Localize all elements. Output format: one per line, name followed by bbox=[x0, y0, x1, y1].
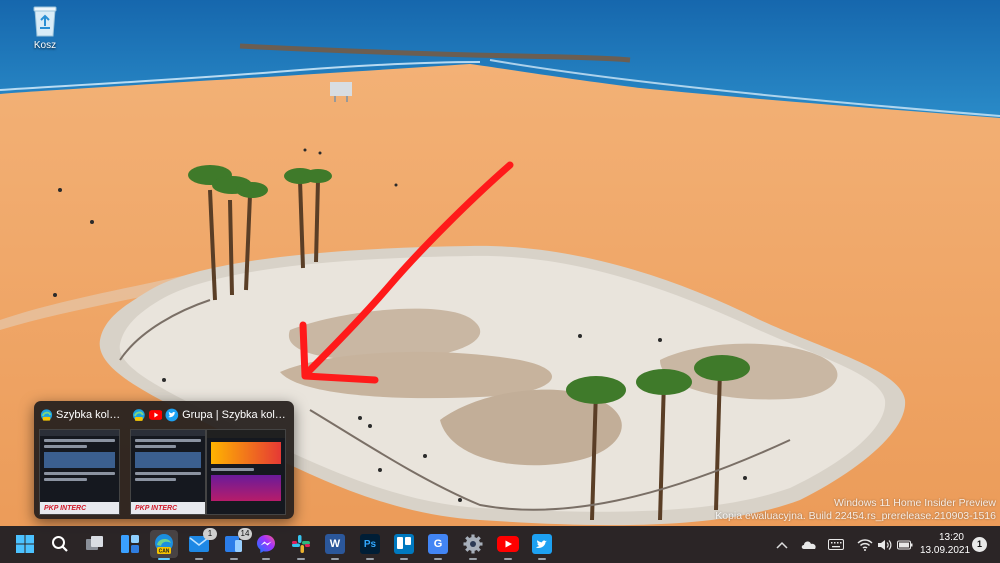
battery-tray[interactable] bbox=[897, 526, 913, 563]
search-icon bbox=[52, 536, 68, 552]
watermark-edition: Windows 11 Home Insider Preview bbox=[833, 497, 996, 509]
volume-icon bbox=[878, 539, 892, 550]
clock[interactable]: 13:20 13.09.2021 bbox=[920, 531, 971, 557]
word-button[interactable]: W bbox=[321, 530, 349, 560]
start-button[interactable] bbox=[11, 530, 39, 558]
gear-icon bbox=[463, 534, 483, 554]
widgets-button[interactable] bbox=[116, 530, 144, 558]
volume-tray[interactable] bbox=[877, 526, 893, 563]
photoshop-button[interactable]: Ps bbox=[356, 530, 384, 560]
edge-can-icon bbox=[132, 409, 145, 421]
clock-time: 13:20 bbox=[938, 532, 964, 543]
google-translate-icon: G bbox=[428, 534, 448, 554]
preview-screen-2a: PKP INTERC bbox=[130, 429, 206, 515]
edge-can-icon bbox=[40, 409, 53, 421]
task-view-icon bbox=[86, 536, 103, 550]
recycle-bin-label: Kosz bbox=[33, 40, 57, 51]
trello-button[interactable] bbox=[390, 530, 418, 560]
phone-link-button[interactable]: 14 bbox=[220, 528, 252, 560]
keyboard-icon bbox=[828, 539, 844, 550]
word-icon: W bbox=[325, 534, 345, 554]
twitter-button[interactable] bbox=[528, 530, 556, 560]
settings-button[interactable] bbox=[459, 530, 487, 560]
twitter-icon bbox=[532, 534, 552, 554]
youtube-icon bbox=[497, 536, 519, 552]
site-logo-1: PKP INTERC bbox=[44, 505, 87, 512]
mail-badge: 1 bbox=[203, 528, 217, 540]
onedrive-icon bbox=[801, 540, 816, 549]
battery-icon bbox=[897, 540, 913, 549]
phone-link-badge: 14 bbox=[238, 528, 252, 540]
slack-icon bbox=[292, 535, 310, 553]
trello-icon bbox=[394, 534, 414, 554]
onedrive-tray[interactable] bbox=[801, 526, 817, 563]
build-watermark: Windows 11 Home Insider Preview Kopia ew… bbox=[715, 497, 996, 523]
preview-thumbnail-1[interactable]: Szybka kolej... PKP INTERC bbox=[34, 401, 126, 519]
wifi-icon bbox=[857, 538, 873, 551]
keyboard-tray[interactable] bbox=[828, 526, 844, 563]
preview-title-2: Grupa | Szybka kolej... bbox=[182, 409, 290, 421]
site-logo-2: PKP INTERC bbox=[135, 505, 178, 512]
translate-button[interactable]: G bbox=[424, 530, 452, 560]
clock-date: 13.09.2021 bbox=[920, 545, 971, 556]
preview-title-1: Szybka kolej... bbox=[56, 409, 122, 421]
wifi-tray[interactable] bbox=[857, 526, 873, 563]
youtube-icon bbox=[148, 410, 163, 420]
edge-canary-button[interactable]: CAN bbox=[150, 530, 178, 560]
widgets-icon bbox=[121, 535, 139, 553]
taskbar-window-preview: Szybka kolej... PKP INTERC Grupa | Szybk… bbox=[34, 401, 294, 519]
task-view-button[interactable] bbox=[81, 530, 109, 558]
messenger-icon bbox=[257, 535, 275, 553]
chevron-up-icon bbox=[776, 541, 788, 549]
slack-button[interactable] bbox=[287, 530, 315, 560]
preview-screen-2b bbox=[206, 429, 286, 515]
recycle-bin[interactable]: Kosz bbox=[20, 4, 70, 51]
mail-button[interactable]: 1 bbox=[185, 528, 217, 560]
tray-overflow-button[interactable] bbox=[776, 526, 788, 563]
photoshop-icon: Ps bbox=[360, 534, 380, 554]
messenger-button[interactable] bbox=[252, 530, 280, 560]
search-button[interactable] bbox=[46, 530, 74, 558]
preview-thumbnail-2[interactable]: Grupa | Szybka kolej... PKP INTERC bbox=[126, 401, 294, 519]
twitter-icon bbox=[165, 408, 179, 422]
edge-can-text: CAN bbox=[159, 549, 170, 555]
edge-canary-icon: CAN bbox=[155, 534, 173, 555]
recycle-bin-icon bbox=[33, 6, 57, 37]
notification-badge[interactable]: 1 bbox=[972, 537, 987, 552]
youtube-button[interactable] bbox=[494, 530, 522, 560]
windows-logo-icon bbox=[16, 535, 34, 553]
watermark-build: Kopia ewaluacyjna. Build 22454.rs_prerel… bbox=[715, 510, 996, 522]
preview-screen-1: PKP INTERC bbox=[39, 429, 120, 515]
taskbar: CAN 1 14 W Ps G 13:20 13.09.2021 1 bbox=[0, 526, 1000, 563]
